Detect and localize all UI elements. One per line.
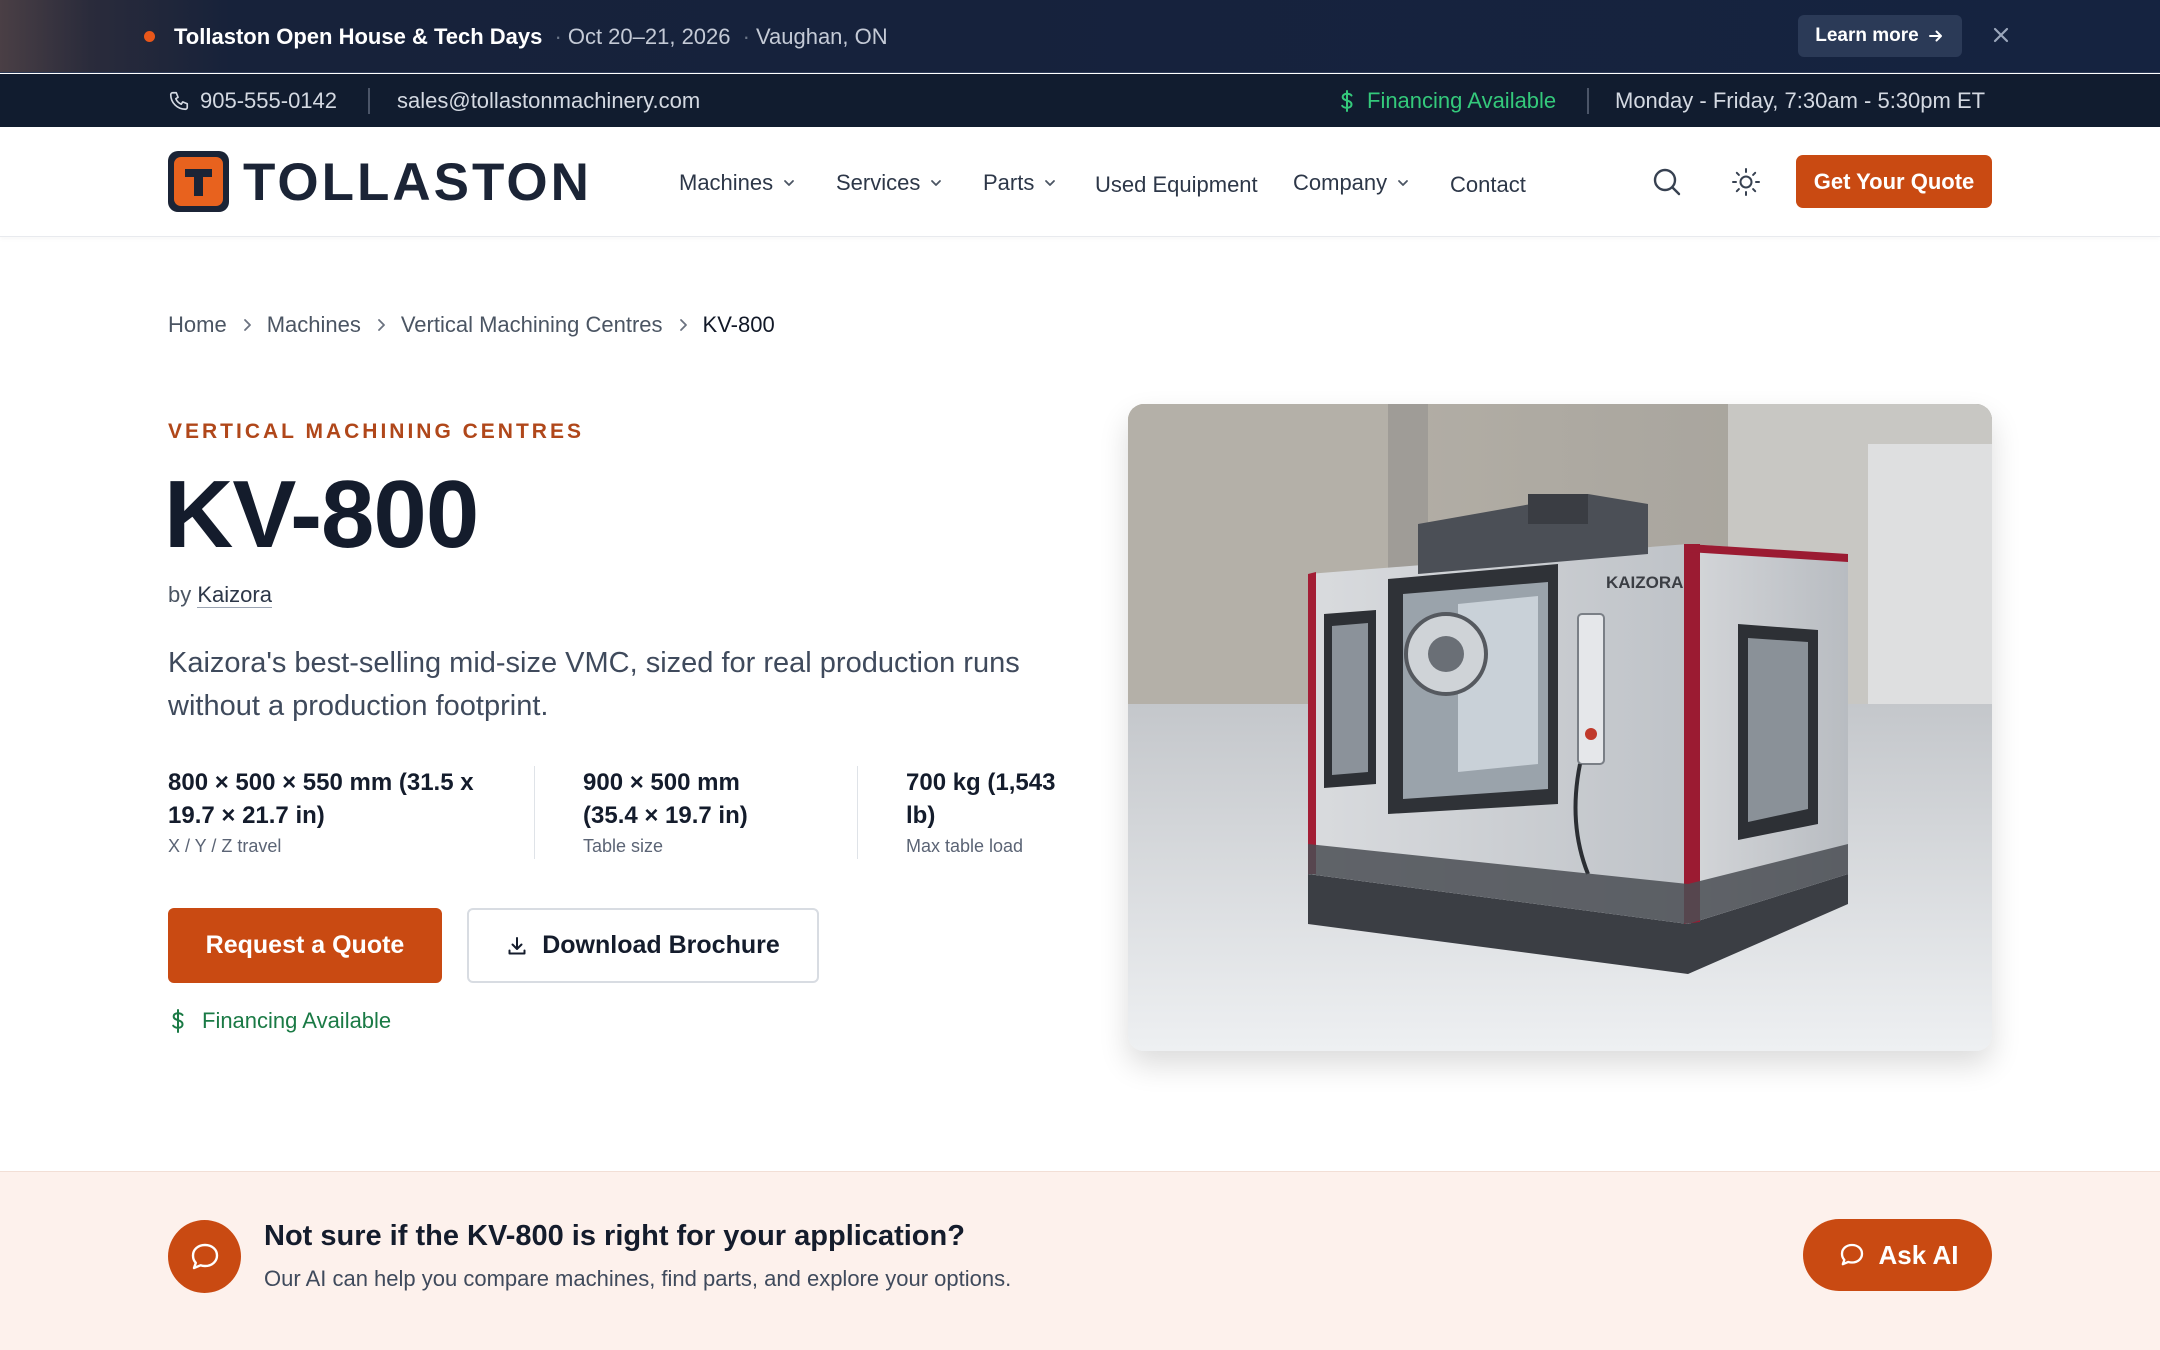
request-quote-button[interactable]: Request a Quote (168, 908, 442, 983)
product-title: KV-800 (164, 461, 479, 568)
ai-banner-title: Not sure if the KV-800 is right for your… (264, 1220, 965, 1252)
search-icon[interactable] (1651, 166, 1683, 198)
chevron-right-icon (677, 318, 689, 332)
business-hours: Monday - Friday, 7:30am - 5:30pm ET (1615, 88, 1986, 113)
spec-value: 800 × 500 × 550 mm (31.5 x 19.7 × 21.7 i… (168, 769, 474, 829)
spec-value: 900 × 500 mm (35.4 × 19.7 in) (583, 769, 748, 829)
nav-company[interactable]: Company (1293, 169, 1411, 197)
chevron-down-icon (928, 175, 944, 191)
sun-icon[interactable] (1730, 166, 1762, 198)
financing-available-link[interactable]: Financing Available (168, 1006, 391, 1036)
chevron-down-icon (1042, 175, 1058, 191)
get-quote-button[interactable]: Get Your Quote (1796, 155, 1992, 208)
breadcrumb-category[interactable]: Vertical Machining Centres (401, 311, 663, 339)
breadcrumb: Home Machines Vertical Machining Centres… (168, 311, 775, 339)
product-category: VERTICAL MACHINING CENTRES (168, 420, 584, 443)
machine-brand-label: KAIZORA (1606, 573, 1683, 592)
spec-label: Max table load (906, 836, 1024, 856)
chat-bubble-icon (1837, 1240, 1867, 1270)
logo-text[interactable]: TOLLASTON (243, 153, 592, 213)
nav-used-equipment[interactable]: Used Equipment (1095, 171, 1258, 199)
spec-value: 700 kg (1,543 lb) (906, 769, 1056, 829)
chevron-right-icon (375, 318, 387, 332)
close-announcement-icon[interactable] (1988, 22, 2014, 48)
spec-travel: 800 × 500 × 550 mm (31.5 x 19.7 × 21.7 i… (168, 766, 508, 858)
dollar-icon (1337, 89, 1357, 113)
ask-ai-button[interactable]: Ask AI (1803, 1219, 1992, 1291)
learn-more-button[interactable]: Learn more (1798, 15, 1962, 57)
spec-max-load: 700 kg (1,543 lb) Max table load (906, 766, 1056, 858)
spec-divider (534, 766, 535, 859)
phone-icon (168, 90, 190, 112)
chat-bubble-icon (168, 1220, 241, 1293)
nav-contact[interactable]: Contact (1450, 171, 1526, 199)
ai-banner-subtitle: Our AI can help you compare machines, fi… (264, 1266, 1012, 1291)
contact-divider (1587, 88, 1589, 114)
contact-bar: 905-555-0142 sales@tollastonmachinery.co… (0, 74, 2160, 127)
announcement-text: Tollaston Open House & Tech Days · Oct 20… (174, 24, 888, 49)
spec-divider (857, 766, 858, 859)
email-link[interactable]: sales@tollastonmachinery.com (397, 87, 700, 115)
spec-table-size: 900 × 500 mm (35.4 × 19.7 in) Table size (583, 766, 793, 858)
phone-link[interactable]: 905-555-0142 (168, 87, 337, 115)
chevron-down-icon (1395, 175, 1411, 191)
arrow-right-icon (1927, 27, 1945, 45)
product-image: KAIZORA (1128, 404, 1992, 1051)
announcement-bar: Tollaston Open House & Tech Days · Oct 20… (0, 0, 2160, 73)
breadcrumb-home[interactable]: Home (168, 311, 227, 339)
breadcrumb-machines[interactable]: Machines (267, 311, 361, 339)
announcement-dates: Oct 20–21, 2026 (567, 24, 731, 49)
product-description: Kaizora's best-selling mid-size VMC, siz… (168, 647, 1020, 722)
announcement-dot-icon (144, 31, 155, 42)
spec-label: Table size (583, 836, 664, 856)
breadcrumb-current: KV-800 (702, 312, 775, 337)
nav-services[interactable]: Services (836, 169, 944, 197)
site-header: TOLLASTON Machines Services Parts Used E… (0, 127, 2160, 237)
chevron-right-icon (241, 318, 253, 332)
download-brochure-button[interactable]: Download Brochure (467, 908, 819, 983)
ai-help-banner: Not sure if the KV-800 is right for your… (0, 1171, 2160, 1350)
dollar-icon (168, 1008, 188, 1034)
contact-divider (368, 88, 370, 114)
nav-machines[interactable]: Machines (679, 169, 797, 197)
announcement-title: Tollaston Open House & Tech Days (174, 24, 543, 49)
spec-label: X / Y / Z travel (168, 836, 282, 856)
financing-link[interactable]: Financing Available (1337, 87, 1556, 115)
nav-parts[interactable]: Parts (983, 169, 1058, 197)
logo-icon[interactable] (168, 151, 229, 212)
brand-link[interactable]: Kaizora (197, 582, 272, 608)
product-byline: by Kaizora (168, 582, 272, 608)
chevron-down-icon (781, 175, 797, 191)
announcement-location: Vaughan, ON (755, 24, 888, 49)
download-icon (506, 935, 528, 957)
